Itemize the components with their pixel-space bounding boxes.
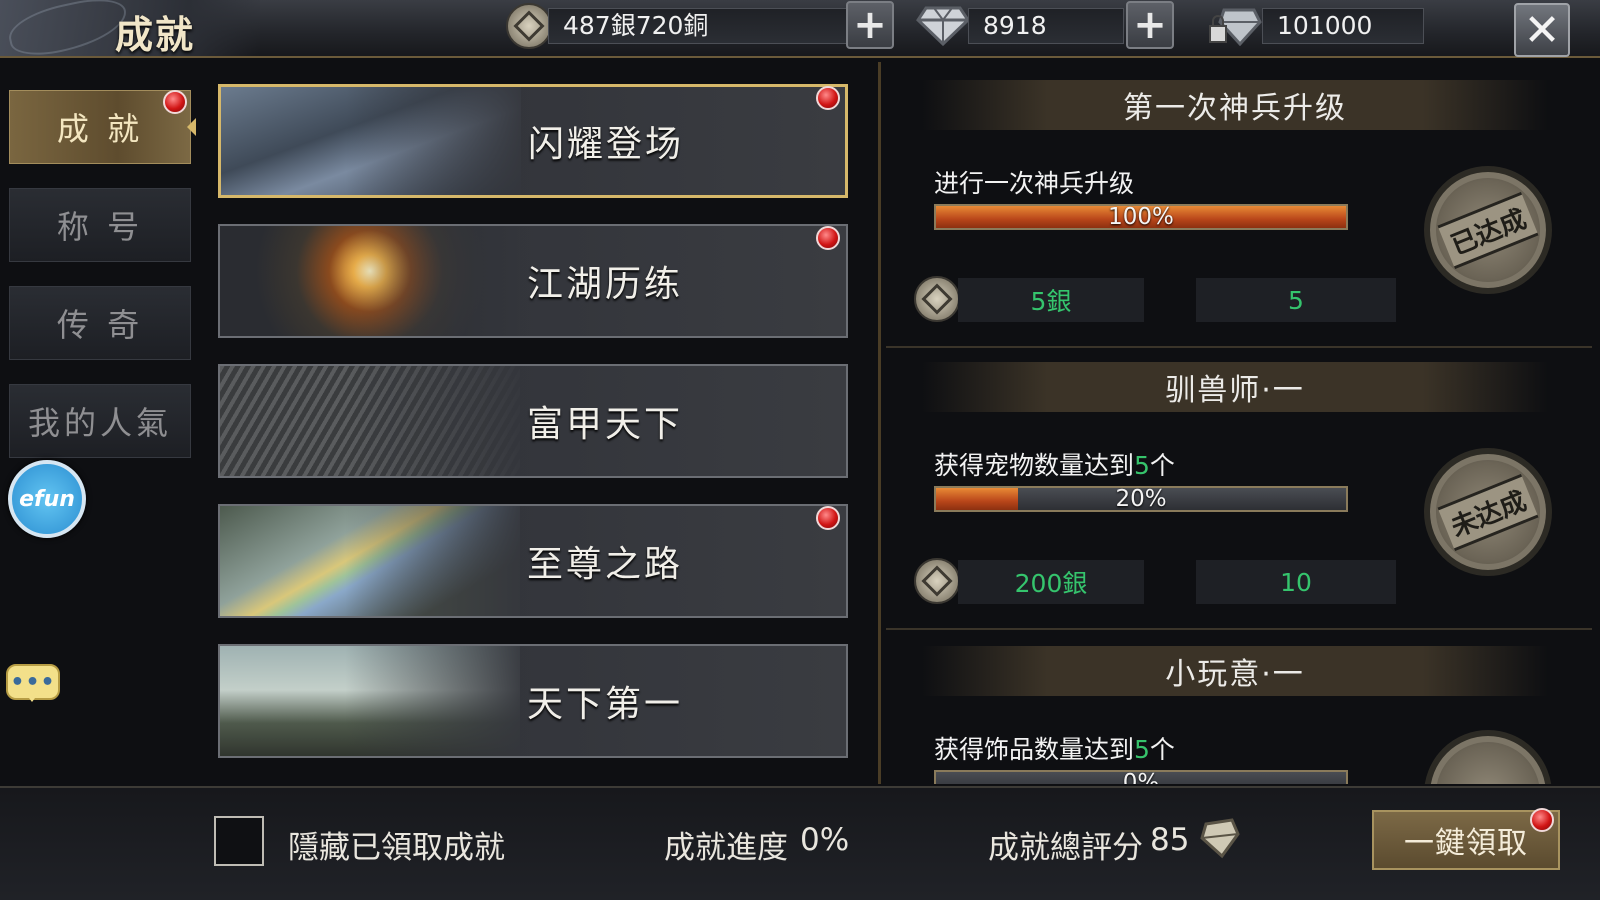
- chat-dots: •••: [10, 669, 56, 695]
- locked-gem-icon: [1209, 8, 1262, 46]
- total-score-label: 成就總評分: [988, 830, 1143, 866]
- add-gems-button[interactable]: +: [1126, 1, 1174, 49]
- category-label: 天下第一: [526, 684, 683, 725]
- category-label: 闪耀登场: [527, 124, 684, 165]
- gem-icon: [916, 6, 970, 46]
- add-silver-button[interactable]: +: [846, 1, 894, 49]
- category-card-wealth[interactable]: 富甲天下: [218, 364, 848, 478]
- silver-coin-icon: [506, 3, 552, 49]
- achievement-title: 第一次神兵升级: [922, 80, 1548, 130]
- reward-silver: 5銀: [958, 278, 1144, 322]
- achievement-description: 获得宠物数量达到5个: [934, 451, 1175, 480]
- category-badge: [816, 506, 840, 530]
- achievement-progress-label: 成就進度: [664, 830, 788, 866]
- achievement-separator: [886, 628, 1592, 630]
- reward-points: 10: [1196, 560, 1396, 604]
- achievement-progress-bar: 100%: [934, 204, 1348, 230]
- achieved-stamp: 已达成: [1424, 166, 1552, 294]
- category-card-number-one[interactable]: 天下第一: [218, 644, 848, 758]
- category-badge: [816, 86, 840, 110]
- score-gem-icon: [1200, 818, 1240, 859]
- stamp: [1424, 730, 1552, 784]
- page-title: 成就: [115, 12, 196, 57]
- category-label: 江湖历练: [526, 264, 683, 305]
- progress-label: 0%: [1122, 770, 1160, 784]
- category-label: 富甲天下: [526, 404, 683, 445]
- stamp-label: 已达成: [1437, 191, 1539, 269]
- achievement-progress-bar: 0%: [934, 770, 1348, 784]
- tab-my-popularity[interactable]: 我的人氣: [9, 384, 191, 458]
- tab-titles[interactable]: 称 号: [9, 188, 191, 262]
- achievement-title: 驯兽师·一: [922, 362, 1548, 412]
- category-label: 至尊之路: [526, 544, 683, 585]
- silver-coin-icon: [914, 558, 960, 604]
- close-button[interactable]: ✕: [1514, 3, 1570, 57]
- achievement-description: 进行一次神兵升级: [934, 169, 1135, 198]
- achievement-item-clip: 小玩意·一 获得饰品数量达到5个 0%: [886, 640, 1592, 784]
- voucher-amount: 101000: [1262, 8, 1424, 44]
- category-card-shining-debut[interactable]: 闪耀登场: [218, 84, 848, 198]
- efun-label: efun: [19, 486, 75, 512]
- chat-button[interactable]: •••: [6, 664, 60, 702]
- gem-amount: 8918: [968, 8, 1124, 44]
- active-tab-pointer: [187, 118, 196, 136]
- efun-floating-button[interactable]: efun: [8, 460, 86, 538]
- achievement-progress-bar: 20%: [934, 486, 1348, 512]
- category-card-jianghu-training[interactable]: 江湖历练: [218, 224, 848, 338]
- progress-label: 100%: [1108, 204, 1174, 230]
- hide-claimed-label: 隱藏已領取成就: [288, 830, 505, 866]
- achievement-description: 获得饰品数量达到5个: [934, 735, 1175, 764]
- category-badge: [816, 226, 840, 250]
- category-card-supreme-path[interactable]: 至尊之路: [218, 504, 848, 618]
- panel-divider: [878, 62, 881, 784]
- silver-amount: 487銀720銅: [548, 8, 848, 44]
- achievements-tab-badge: [163, 90, 187, 114]
- achievement-separator: [886, 346, 1592, 348]
- stamp-label: 未达成: [1437, 473, 1539, 551]
- not-achieved-stamp: 未达成: [1424, 448, 1552, 576]
- reward-silver: 200銀: [958, 560, 1144, 604]
- hide-claimed-checkbox[interactable]: [214, 816, 264, 866]
- progress-label: 20%: [1115, 486, 1167, 512]
- achievement-title: 小玩意·一: [922, 646, 1548, 696]
- reward-points: 5: [1196, 278, 1396, 322]
- total-score-value: 85: [1150, 822, 1190, 858]
- achievement-progress-value: 0%: [800, 822, 850, 858]
- silver-coin-icon: [914, 276, 960, 322]
- tab-legends[interactable]: 传 奇: [9, 286, 191, 360]
- claim-all-badge: [1530, 808, 1554, 832]
